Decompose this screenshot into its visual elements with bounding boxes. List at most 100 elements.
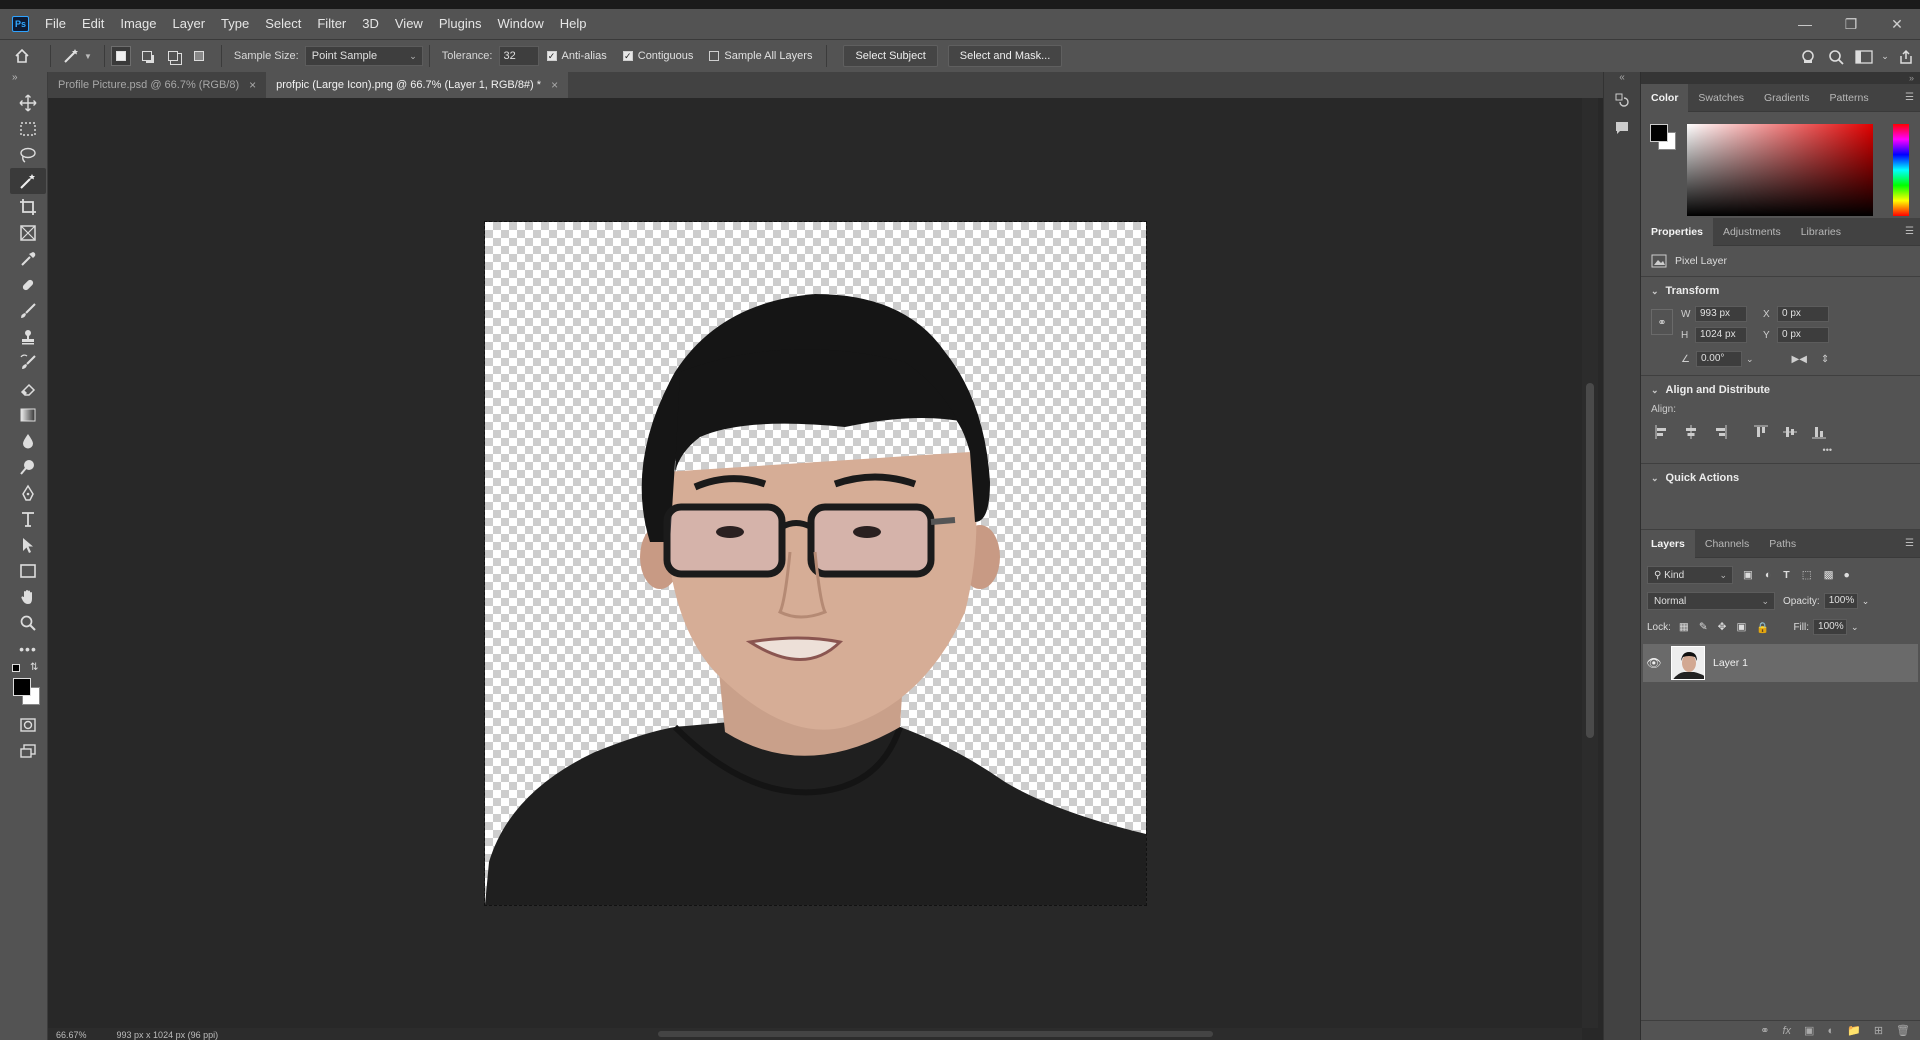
align-header[interactable]: ⌄ Align and Distribute: [1651, 384, 1910, 396]
document-canvas[interactable]: [484, 221, 1147, 906]
height-input[interactable]: 1024 px: [1695, 327, 1747, 343]
menu-view[interactable]: View: [387, 9, 431, 39]
layer-name[interactable]: Layer 1: [1713, 657, 1748, 669]
blend-mode-select[interactable]: Normal ⌄: [1647, 592, 1775, 610]
comments-panel-button[interactable]: [1604, 114, 1640, 142]
search-icon[interactable]: [1822, 49, 1850, 65]
swap-colors-icon[interactable]: ⇅: [30, 662, 38, 673]
zoom-level[interactable]: 66.67%: [56, 1030, 87, 1040]
flip-vertical-icon[interactable]: ⇕: [1821, 354, 1829, 365]
clone-stamp-tool[interactable]: [10, 324, 46, 350]
panel-menu-icon[interactable]: ☰: [1905, 538, 1914, 549]
tab-color[interactable]: Color: [1641, 83, 1689, 112]
crop-tool[interactable]: [10, 194, 46, 220]
align-middle-v-icon[interactable]: [1783, 425, 1797, 439]
healing-brush-tool[interactable]: [10, 272, 46, 298]
magic-wand-tool[interactable]: [10, 168, 46, 194]
horizontal-scrollbar[interactable]: [48, 1028, 1582, 1040]
sample-size-select[interactable]: Point Sample ⌄: [304, 46, 423, 66]
new-group-icon[interactable]: 📁: [1847, 1024, 1861, 1037]
panel-menu-icon[interactable]: ☰: [1905, 92, 1914, 103]
align-center-h-icon[interactable]: [1684, 425, 1698, 439]
menu-edit[interactable]: Edit: [74, 9, 112, 39]
subtract-from-selection-button[interactable]: [163, 46, 183, 66]
width-input[interactable]: 993 px: [1695, 306, 1747, 322]
canvas-area[interactable]: [48, 98, 1582, 1028]
tab-gradients[interactable]: Gradients: [1754, 84, 1820, 112]
eyedropper-tool[interactable]: [10, 246, 46, 272]
tab-swatches[interactable]: Swatches: [1688, 84, 1754, 112]
menu-select[interactable]: Select: [257, 9, 309, 39]
share-icon[interactable]: [1892, 49, 1920, 65]
tab-layers[interactable]: Layers: [1641, 529, 1695, 558]
tab-paths[interactable]: Paths: [1759, 530, 1806, 558]
contiguous-checkbox[interactable]: ✓ Contiguous: [622, 50, 693, 62]
menu-3d[interactable]: 3D: [354, 9, 387, 39]
align-left-icon[interactable]: [1655, 425, 1669, 439]
link-dimensions-button[interactable]: ⚭: [1651, 309, 1673, 335]
collapse-toolbar-icon[interactable]: »: [0, 72, 47, 90]
filter-adjustment-icon[interactable]: ◐: [1765, 569, 1771, 581]
learn-icon[interactable]: [1794, 49, 1822, 65]
opacity-input[interactable]: 100%: [1823, 593, 1858, 609]
filter-shape-icon[interactable]: ⬚: [1802, 569, 1812, 581]
x-input[interactable]: 0 px: [1777, 306, 1829, 322]
adjustment-layer-icon[interactable]: ◐: [1827, 1025, 1834, 1037]
magic-wand-preset-picker[interactable]: ▼: [63, 48, 92, 64]
foreground-color-swatch[interactable]: [1650, 124, 1668, 142]
tab-profile-picture[interactable]: Profile Picture.psd @ 66.7% (RGB/8) ×: [48, 72, 267, 98]
align-right-icon[interactable]: [1713, 425, 1727, 439]
hue-slider[interactable]: [1893, 124, 1909, 216]
gradient-tool[interactable]: [10, 402, 46, 428]
tab-libraries[interactable]: Libraries: [1791, 218, 1851, 246]
align-top-icon[interactable]: [1754, 425, 1768, 439]
menu-type[interactable]: Type: [213, 9, 257, 39]
angle-input[interactable]: 0.00°: [1695, 351, 1742, 367]
rectangle-tool[interactable]: [10, 558, 46, 584]
type-tool[interactable]: [10, 506, 46, 532]
scroll-thumb[interactable]: [1586, 383, 1594, 738]
path-selection-tool[interactable]: [10, 532, 46, 558]
menu-filter[interactable]: Filter: [309, 9, 354, 39]
tab-adjustments[interactable]: Adjustments: [1713, 218, 1791, 246]
visibility-eye-icon[interactable]: 👁: [1643, 656, 1665, 670]
filter-pixel-icon[interactable]: ▣: [1743, 569, 1753, 581]
menu-help[interactable]: Help: [552, 9, 595, 39]
lock-position-icon[interactable]: ✥: [1718, 621, 1727, 633]
quick-mask-button[interactable]: [10, 712, 46, 738]
collapse-strip-icon[interactable]: «: [1604, 72, 1640, 86]
layer-row[interactable]: 👁 Layer 1: [1643, 644, 1918, 682]
vertical-scrollbar[interactable]: [1582, 98, 1598, 1028]
minimize-icon[interactable]: —: [1782, 9, 1828, 39]
rectangular-marquee-tool[interactable]: [10, 116, 46, 142]
anti-alias-checkbox[interactable]: ✓ Anti-alias: [546, 50, 607, 62]
workspace-icon[interactable]: [1850, 49, 1878, 64]
fx-icon[interactable]: fx: [1782, 1025, 1791, 1037]
lock-transparent-icon[interactable]: ▦: [1679, 621, 1689, 633]
transform-header[interactable]: ⌄ Transform: [1651, 285, 1910, 297]
chevron-down-icon[interactable]: ⌄: [1746, 354, 1754, 365]
frame-tool[interactable]: [10, 220, 46, 246]
color-picker-field[interactable]: [1687, 124, 1873, 216]
align-bottom-icon[interactable]: [1812, 425, 1826, 439]
panel-menu-icon[interactable]: ☰: [1905, 226, 1914, 237]
menu-layer[interactable]: Layer: [165, 9, 214, 39]
scroll-thumb[interactable]: [658, 1031, 1213, 1037]
close-icon[interactable]: ×: [249, 78, 256, 92]
collapse-panels-icon[interactable]: »: [1641, 72, 1920, 84]
quick-actions-header[interactable]: ⌄ Quick Actions: [1651, 472, 1910, 484]
lasso-tool[interactable]: [10, 142, 46, 168]
lock-paint-icon[interactable]: ✎: [1699, 621, 1708, 633]
pen-tool[interactable]: [10, 480, 46, 506]
hand-tool[interactable]: [10, 584, 46, 610]
history-brush-tool[interactable]: [10, 350, 46, 376]
dodge-tool[interactable]: [10, 454, 46, 480]
select-and-mask-button[interactable]: Select and Mask...: [947, 45, 1063, 67]
zoom-tool[interactable]: [10, 610, 46, 636]
sample-all-layers-checkbox[interactable]: Sample All Layers: [709, 50, 812, 62]
chevron-down-icon[interactable]: ⌄: [1862, 596, 1870, 607]
lock-all-icon[interactable]: 🔒: [1756, 621, 1769, 634]
menu-window[interactable]: Window: [489, 9, 551, 39]
new-layer-icon[interactable]: ⊞: [1874, 1024, 1883, 1037]
menu-file[interactable]: File: [37, 9, 74, 39]
